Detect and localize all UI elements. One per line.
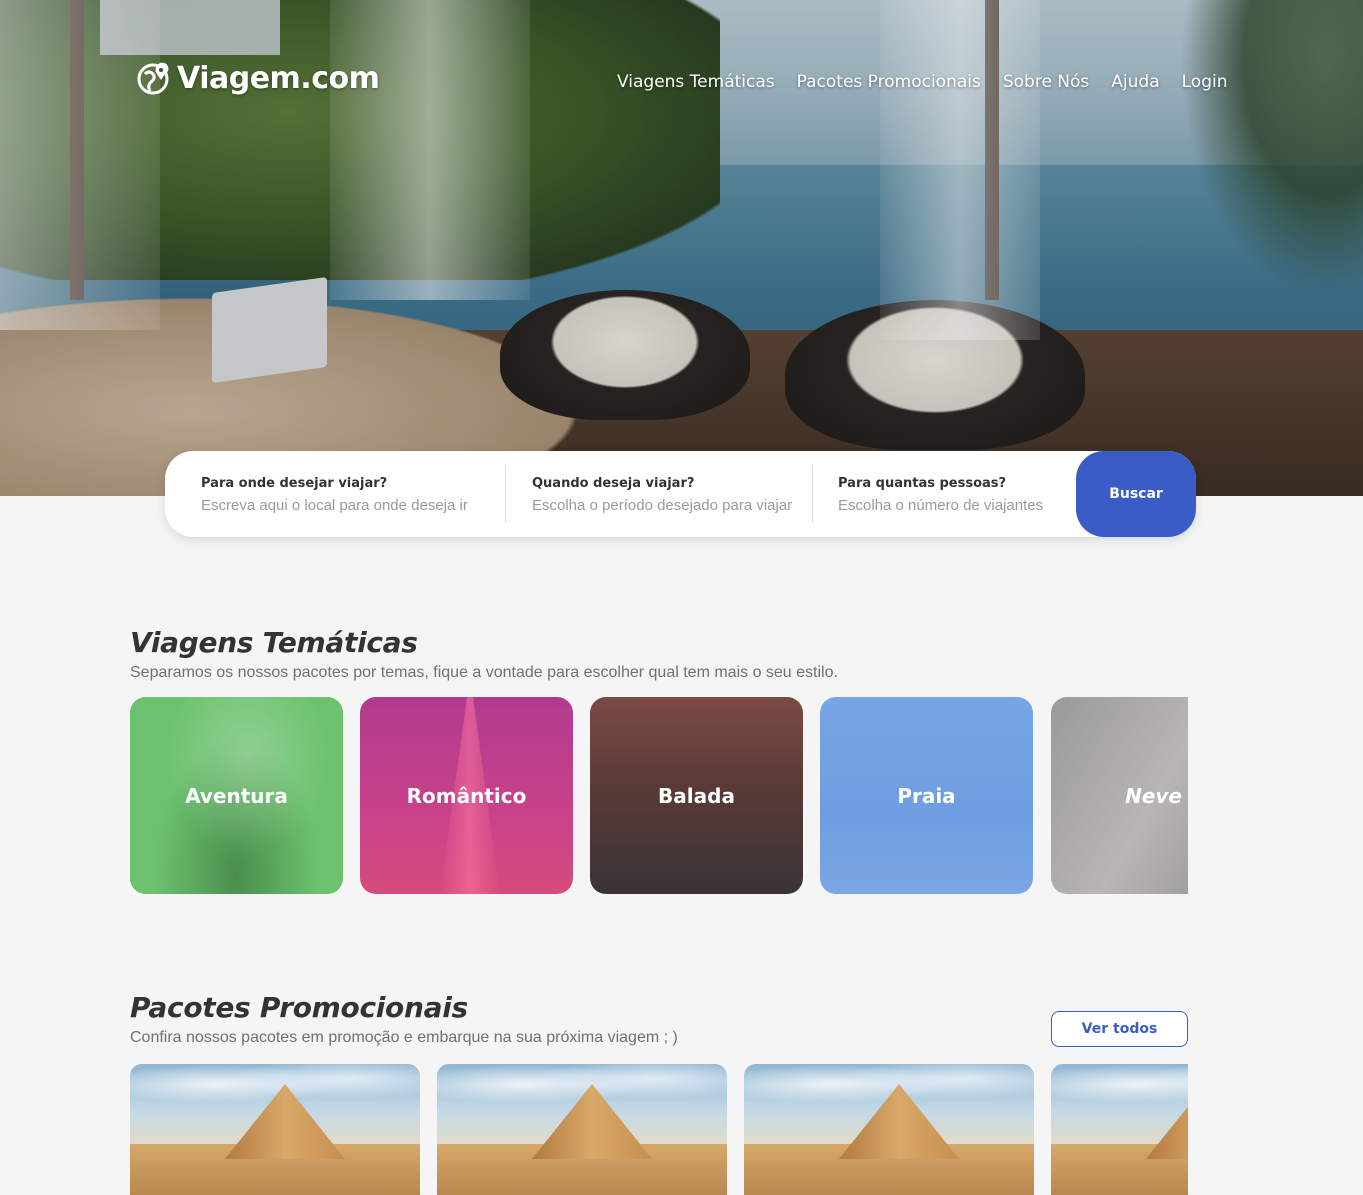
travelers-field: Para quantas pessoas? <box>812 465 1108 523</box>
travelers-label: Para quantas pessoas? <box>838 476 1007 491</box>
promo-card[interactable] <box>744 1064 1034 1195</box>
destination-label: Para onde desejar viajar? <box>201 476 388 491</box>
brand-logo[interactable]: Viagem.com <box>135 60 380 96</box>
destination-field: Para onde desejar viajar? <box>165 465 505 523</box>
date-label: Quando deseja viajar? <box>532 476 695 491</box>
promo-card[interactable] <box>1051 1064 1188 1195</box>
theme-label: Neve <box>1125 783 1182 808</box>
view-all-button[interactable]: Ver todos <box>1051 1011 1188 1047</box>
globe-pin-icon <box>137 62 169 95</box>
destination-input[interactable] <box>201 497 471 514</box>
theme-label: Balada <box>658 783 735 808</box>
theme-card-praia[interactable]: Praia <box>820 697 1033 894</box>
nav-item-ajuda[interactable]: Ajuda <box>1111 72 1159 92</box>
nav-item-sobre-nos[interactable]: Sobre Nós <box>1003 72 1089 92</box>
themes-carousel: Aventura Romântico Balada Praia Neve <box>130 697 1188 894</box>
main-nav: Viagens Temáticas Pacotes Promocionais S… <box>617 72 1228 92</box>
search-button[interactable]: Buscar <box>1076 451 1196 537</box>
promo-image-sky <box>1051 1064 1188 1114</box>
search-bar: Para onde desejar viajar? Quando deseja … <box>165 451 1196 537</box>
nav-item-pacotes-promocionais[interactable]: Pacotes Promocionais <box>797 72 981 92</box>
nav-item-login[interactable]: Login <box>1182 72 1228 92</box>
theme-card-neve[interactable]: Neve <box>1051 697 1188 894</box>
section-subtitle-themes: Separamos os nossos pacotes por temas, f… <box>130 664 838 681</box>
promo-carousel <box>130 1064 1188 1195</box>
theme-label: Aventura <box>185 783 288 808</box>
section-subtitle-promos: Confira nossos pacotes em promoção e emb… <box>130 1029 678 1046</box>
nav-item-viagens-tematicas[interactable]: Viagens Temáticas <box>617 72 775 92</box>
section-title-themes: Viagens Temáticas <box>130 626 418 659</box>
theme-card-romantico[interactable]: Romântico <box>360 697 573 894</box>
theme-card-balada[interactable]: Balada <box>590 697 803 894</box>
travelers-input[interactable] <box>838 497 1108 514</box>
promo-card[interactable] <box>130 1064 420 1195</box>
theme-label: Praia <box>897 783 956 808</box>
theme-label: Romântico <box>406 783 527 808</box>
date-field: Quando deseja viajar? <box>505 465 812 523</box>
section-title-promos: Pacotes Promocionais <box>130 991 468 1024</box>
date-input[interactable] <box>532 497 802 514</box>
promo-card[interactable] <box>437 1064 727 1195</box>
brand-name: Viagem.com <box>177 60 380 96</box>
theme-card-aventura[interactable]: Aventura <box>130 697 343 894</box>
